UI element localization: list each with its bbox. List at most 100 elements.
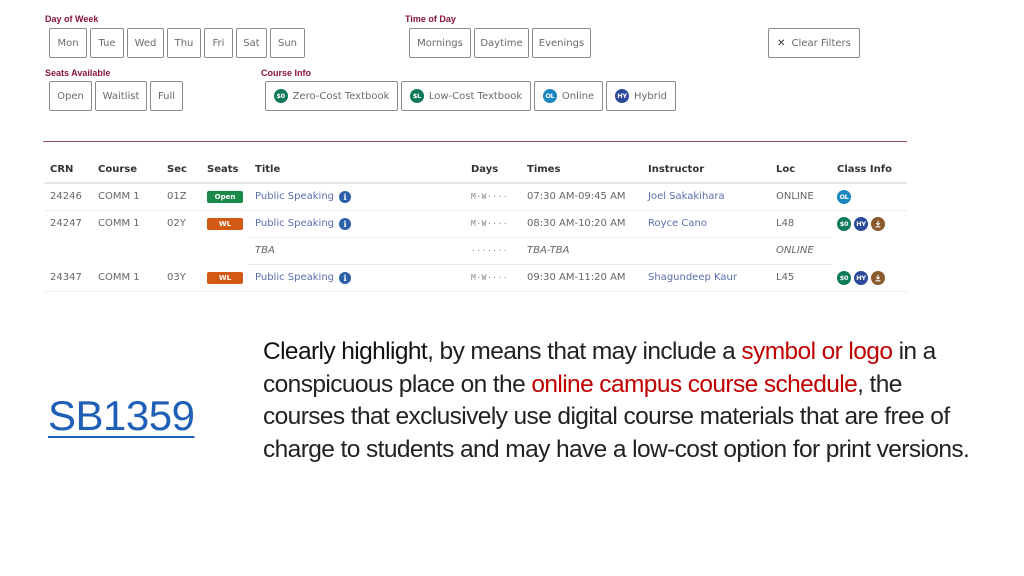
col-instructor[interactable]: Instructor [642,157,770,184]
filter-label: Zero-Cost Textbook [292,90,390,102]
filter-hybrid[interactable]: HY Hybrid [606,81,676,111]
course-title-link[interactable]: Public Speaking [255,272,334,283]
download-icon[interactable] [871,270,885,285]
hybrid-badge-icon: HY [854,270,868,285]
download-icon[interactable] [871,216,885,231]
filter-day-wed[interactable]: Wed [127,28,164,58]
days-cell: ······· [465,237,521,265]
highlight-phrase: Clearly highlight [263,338,428,365]
red-phrase-schedule: online campus course schedule [531,370,858,398]
filter-zero-cost-textbook[interactable]: $0 Zero-Cost Textbook [265,81,398,111]
time-of-day-group: Mornings Daytime Evenings [409,28,591,58]
seats-available-label: Seats Available [45,68,111,78]
instructor-cell: Royce Cano [642,210,770,238]
table-row: 24347 COMM 1 03Y WL Public Speaking i M·W… [44,263,907,292]
slide-body-text: Clearly highlight, by means that may inc… [263,336,983,466]
filter-day-tue[interactable]: Tue [90,28,124,58]
filter-time-evenings[interactable]: Evenings [532,28,591,58]
filter-seats-open[interactable]: Open [49,81,92,111]
course-cell: COMM 1 [98,218,140,230]
hybrid-badge-icon: HY [614,89,629,103]
instructor-cell: Joel Sakakihara [642,183,770,211]
seats-cell: Open [201,183,249,211]
title-cell: Public Speaking i [249,210,465,238]
red-phrase-symbol: symbol or logo [741,338,893,365]
filter-day-sun[interactable]: Sun [270,28,305,58]
filter-day-mon[interactable]: Mon [49,28,87,58]
col-times[interactable]: Times [521,157,642,184]
filter-seats-full[interactable]: Full [150,81,183,111]
class-info-cell: $0 HY [831,210,907,237]
days-cell: M·W···· [465,183,521,211]
class-info-cell: $0 HY [831,263,907,292]
col-class-info[interactable]: Class Info [831,157,907,184]
days-cell: M·W···· [465,210,521,238]
filter-time-daytime[interactable]: Daytime [474,28,529,58]
col-course[interactable]: Course [92,157,161,184]
col-crn[interactable]: CRN [44,157,92,184]
course-title-link[interactable]: Public Speaking [255,218,334,229]
table-row: 24246 COMM 1 01Z Open Public Speaking i M… [44,183,907,211]
col-seats[interactable]: Seats [201,157,249,184]
course-info-label: Course Info [261,68,312,78]
loc-cell: ONLINE [770,237,831,265]
course-info-group: $0 Zero-Cost Textbook $L Low-Cost Textbo… [265,81,676,111]
instructor-link[interactable]: Shagundeep Kaur [648,272,737,283]
info-icon[interactable]: i [339,271,352,284]
col-days[interactable]: Days [465,157,521,184]
loc-cell: ONLINE [770,183,831,211]
class-info-cell [831,237,907,265]
crn-cell: 24247 [50,218,82,230]
zero-cost-badge-icon: $0 [273,89,288,103]
empty-cell [201,237,249,265]
time-of-day-label: Time of Day [405,14,456,24]
filter-time-mornings[interactable]: Mornings [409,28,471,58]
col-loc[interactable]: Loc [770,157,831,184]
times-cell: 07:30 AM-09:45 AM [521,183,642,211]
filter-online[interactable]: OL Online [534,81,603,111]
info-icon[interactable]: i [339,190,352,203]
zero-cost-badge-icon: $0 [837,216,851,231]
filter-label: Online [561,90,595,102]
filter-day-fri[interactable]: Fri [204,28,233,58]
seats-available-group: Open Waitlist Full [49,81,183,111]
col-title[interactable]: Title [249,157,465,184]
course-title-link[interactable]: Public Speaking [255,191,334,202]
crn-cell: 24246 [44,183,92,211]
clear-filters-button[interactable]: ✕ Clear Filters [768,28,860,58]
zero-cost-badge-icon: $0 [837,270,851,285]
course-cell: COMM 1 [92,263,161,292]
filter-seats-waitlist[interactable]: Waitlist [95,81,147,111]
body-text-part: , by means that may include a [427,338,742,365]
instructor-link[interactable]: Joel Sakakihara [648,191,725,202]
day-of-week-label: Day of Week [45,14,99,24]
times-cell: TBA-TBA [521,237,642,265]
title-cell: Public Speaking i [249,183,465,211]
filter-day-sat[interactable]: Sat [236,28,267,58]
info-icon[interactable]: i [339,217,352,230]
sec-cell: 01Z [161,183,201,211]
empty-cell [44,237,92,265]
section-divider [43,141,907,142]
seats-cell: WL [201,263,249,292]
loc-cell: L45 [770,264,831,292]
table-subrow: TBA ······· TBA-TBA ONLINE [44,237,907,265]
instructor-link[interactable]: Royce Cano [648,218,707,229]
col-sec[interactable]: Sec [161,157,201,184]
bill-link[interactable]: SB1359 [48,392,195,440]
times-cell: 09:30 AM-11:20 AM [521,264,642,292]
seats-badge-waitlist: WL [207,271,243,284]
table-row: 24247 COMM 1 02Y WL Public Speaking i M·W… [44,210,907,238]
course-table: CRN Course Sec Seats Title Days Times In… [44,157,907,292]
filter-day-thu[interactable]: Thu [167,28,201,58]
sec-cell: 02Y [167,218,186,230]
crn-cell: 24347 [44,263,92,292]
table-header-row: CRN Course Sec Seats Title Days Times In… [44,157,907,184]
class-info-cell: OL [831,183,907,211]
filter-low-cost-textbook[interactable]: $L Low-Cost Textbook [401,81,531,111]
seats-badge-waitlist: WL [207,217,243,230]
seats-badge-open: Open [207,190,243,203]
seats-cell: WL [201,210,249,237]
times-cell: 08:30 AM-10:20 AM [521,210,642,238]
filter-label: Low-Cost Textbook [428,90,523,102]
